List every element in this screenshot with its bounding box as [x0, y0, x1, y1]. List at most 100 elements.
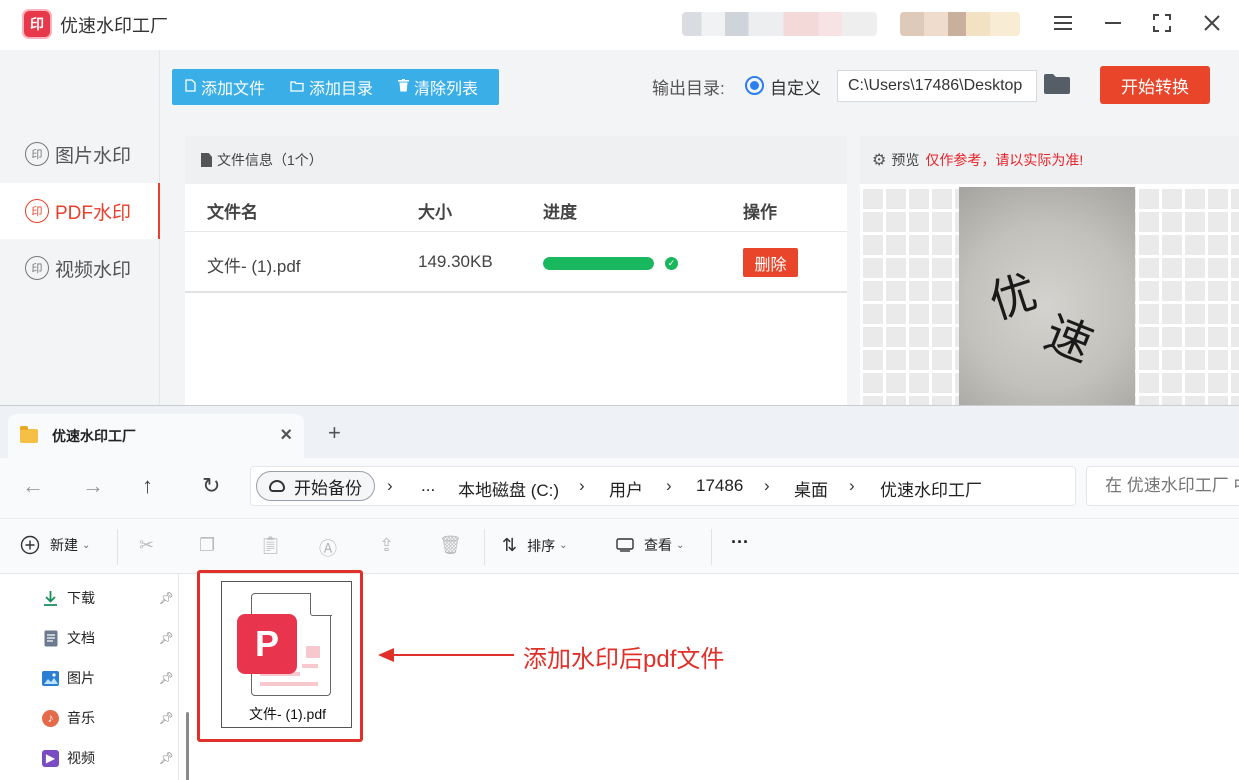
folder-icon [20, 426, 38, 443]
add-directory-button[interactable]: 添加目录 [277, 75, 385, 99]
share-button[interactable]: ⇪ [379, 535, 394, 556]
output-path-input[interactable] [837, 70, 1037, 102]
column-action: 操作 [743, 203, 777, 222]
tab-close-icon[interactable]: × [280, 424, 292, 447]
preview-header: ⚙ 预览 仅作参考，请以实际为准! [860, 136, 1239, 184]
copy-button[interactable]: ❐ [199, 535, 215, 556]
explorer-tab[interactable]: 优速水印工厂 × [8, 414, 304, 458]
chevron-down-icon: ⌄ [676, 539, 685, 551]
copy-icon: ❐ [199, 535, 216, 555]
divider [185, 291, 847, 293]
separator [484, 529, 485, 565]
back-arrow-icon[interactable]: ← [22, 473, 44, 499]
more-options-button[interactable]: ··· [731, 532, 749, 553]
breadcrumb-local-disk[interactable]: 本地磁盘 (C:) [458, 476, 559, 501]
breadcrumb-users[interactable]: 用户 [609, 476, 643, 501]
column-progress: 进度 [543, 203, 577, 222]
breadcrumb-user-folder[interactable]: 17486 [696, 476, 743, 496]
breadcrumb-more[interactable]: ... [421, 476, 435, 496]
explorer-navigation: ← → ↑ ↻ 开始备份 › ... 本地磁盘 (C:) › 用户 › 1748… [0, 458, 1239, 518]
explorer-command-bar: 新建 ⌄ ✂ ❐ 📋︎ Ⓐ ⇪ 🗑︎ ⇅ 排序 ⌄ 查看 ⌄ ··· [0, 518, 1239, 574]
address-bar[interactable]: 开始备份 › ... 本地磁盘 (C:) › 用户 › 17486 › 桌面 ›… [250, 466, 1076, 506]
close-icon[interactable] [1196, 8, 1228, 38]
forward-arrow-icon[interactable]: → [82, 473, 104, 499]
start-convert-button[interactable]: 开始转换 [1100, 66, 1210, 104]
scissors-icon: ✂ [139, 535, 155, 555]
file-name-label: 文件- (1).pdf [248, 706, 326, 722]
new-button[interactable]: 新建 ⌄ [20, 535, 90, 555]
pin-icon[interactable]: 📌︎ [159, 711, 174, 725]
cut-button[interactable]: ✂ [139, 535, 154, 556]
file-icon [185, 79, 196, 95]
file-size-cell: 149.30KB [418, 252, 493, 271]
quick-access-music[interactable]: ♪ 音乐 📌︎ [42, 704, 182, 732]
minimize-icon[interactable] [1097, 8, 1129, 38]
scrollbar-thumb[interactable] [186, 712, 189, 780]
watermark-app-window: 印 优速水印工厂 印 图片水印 印 PDF水印 印 视频水印 添加文件 添加目录… [0, 0, 1239, 405]
quick-access-documents[interactable]: 文档 📌︎ [42, 624, 182, 652]
check-circle-icon: ✓ [665, 257, 678, 270]
breadcrumb-desktop[interactable]: 桌面 [794, 476, 828, 501]
sidebar-item-video-watermark[interactable]: 印 视频水印 [0, 240, 160, 296]
view-button[interactable]: 查看 ⌄ [616, 535, 684, 555]
maximize-icon[interactable] [1146, 8, 1178, 38]
pin-icon[interactable]: 📌︎ [159, 751, 174, 765]
rename-button[interactable]: Ⓐ [319, 535, 337, 561]
output-dir-label: 输出目录: [652, 79, 725, 98]
breadcrumb-current-folder[interactable]: 优速水印工厂 [880, 476, 982, 501]
clear-list-button[interactable]: 清除列表 [385, 75, 490, 99]
custom-output-radio[interactable] [745, 76, 764, 95]
document-icon [201, 153, 212, 167]
menu-icon[interactable] [1047, 8, 1079, 38]
blurred-user-avatar [900, 12, 1020, 36]
delete-button[interactable]: 删除 [743, 248, 798, 277]
annotation-arrow [392, 654, 514, 656]
pdf-file-item[interactable]: P 文件- (1).pdf [221, 581, 352, 728]
music-icon: ♪ [42, 709, 59, 727]
plus-circle-icon [20, 535, 40, 555]
new-tab-button[interactable]: + [328, 420, 341, 446]
preview-warning: 仅作参考，请以实际为准! [925, 152, 1084, 168]
pdf-block [306, 646, 320, 658]
pin-icon[interactable]: 📌︎ [159, 671, 174, 685]
watermark-char: 优 [982, 264, 1044, 330]
quick-access-videos[interactable]: ▶ 视频 📌︎ [42, 744, 182, 772]
search-input[interactable] [1086, 466, 1239, 506]
progress-fill [543, 257, 654, 270]
up-arrow-icon[interactable]: ↑ [142, 473, 153, 499]
sort-icon: ⇅ [502, 535, 518, 555]
divider [185, 231, 847, 232]
delete-file-button[interactable]: 🗑︎ [439, 535, 462, 556]
column-size: 大小 [418, 203, 452, 222]
add-file-button[interactable]: 添加文件 [172, 75, 277, 99]
start-backup-button[interactable]: 开始备份 [256, 471, 375, 501]
quick-access-downloads[interactable]: 下载 📌︎ [42, 584, 182, 612]
stamp-icon: 印 [25, 256, 49, 280]
file-toolbar: 添加文件 添加目录 清除列表 [172, 69, 499, 105]
quick-access-pictures[interactable]: 图片 📌︎ [42, 664, 182, 692]
separator [117, 529, 118, 565]
folder-icon [290, 80, 304, 95]
sort-button[interactable]: ⇅ 排序 ⌄ [502, 535, 567, 556]
cloud-icon [269, 480, 285, 492]
explorer-tab-bar: 优速水印工厂 × + [0, 406, 1239, 458]
document-icon [42, 630, 59, 647]
breadcrumb-chevron-icon: › [849, 476, 855, 495]
file-info-header: 文件信息（1个） [185, 136, 847, 184]
refresh-icon[interactable]: ↻ [202, 473, 220, 499]
paste-button[interactable]: 📋︎ [259, 535, 282, 556]
sidebar-item-pdf-watermark[interactable]: 印 PDF水印 [0, 183, 160, 239]
pin-icon[interactable]: 📌︎ [159, 631, 174, 645]
trash-icon: 🗑︎ [439, 535, 462, 555]
file-info-panel: 文件信息（1个） 文件名 大小 进度 操作 文件- (1).pdf 149.30… [185, 136, 847, 405]
sidebar: 印 图片水印 印 PDF水印 印 视频水印 [0, 50, 160, 405]
sidebar-item-image-watermark[interactable]: 印 图片水印 [0, 126, 160, 182]
quick-access-pane: 下载 📌︎ 文档 📌︎ 图片 📌︎ ♪ 音乐 📌︎ ▶ 视频 📌︎ [0, 574, 186, 780]
preview-panel: ⚙ 预览 仅作参考，请以实际为准! 优 速 [860, 136, 1239, 405]
chevron-down-icon: ⌄ [82, 539, 91, 551]
browse-folder-icon[interactable] [1044, 74, 1070, 94]
stamp-icon: 印 [25, 199, 49, 223]
pin-icon[interactable]: 📌︎ [159, 591, 174, 605]
sidebar-item-label: 视频水印 [55, 259, 132, 281]
title-bar: 印 优速水印工厂 [0, 0, 1239, 50]
